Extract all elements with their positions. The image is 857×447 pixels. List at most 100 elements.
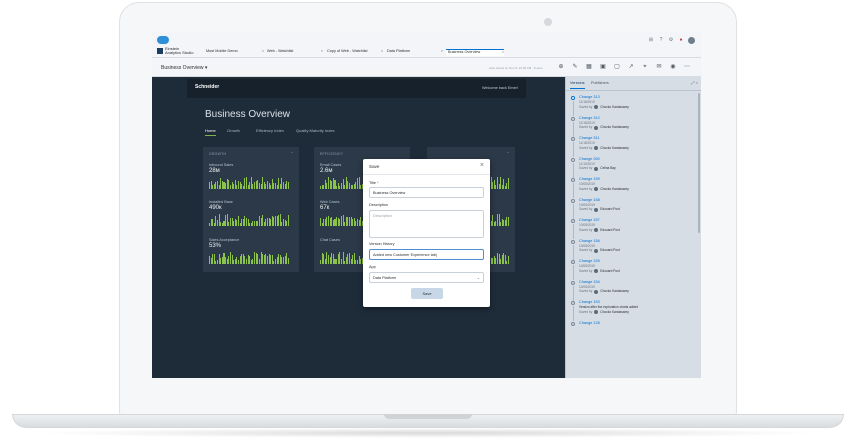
- dash-nav-efficiency[interactable]: Efficiency Index: [256, 128, 284, 133]
- version-item[interactable]: Change 128: [570, 321, 696, 342]
- metric-value: 28м: [209, 168, 220, 174]
- timeline-line: [573, 101, 574, 116]
- close-icon[interactable]: ×: [441, 49, 443, 53]
- avatar: [594, 269, 599, 273]
- close-icon[interactable]: ×: [480, 162, 484, 170]
- metric-label: Chat Cases: [320, 238, 340, 242]
- saved-by-user: Edouard Poot: [600, 268, 620, 273]
- saved-by: Saved by Chocko Kandasamy: [579, 310, 696, 315]
- avatar[interactable]: [688, 37, 695, 44]
- version-item[interactable]: Change 312 11/18/2019 Saved by Chocko Kanda…: [570, 116, 696, 137]
- version-history-input[interactable]: Added new Customer Experience tab|: [369, 249, 484, 260]
- tab-copy-web-watchlist[interactable]: Copy of Web - Watchlist ×: [327, 49, 383, 56]
- avatar: [594, 146, 599, 150]
- tab-web-watchlist[interactable]: Web - Watchlist ×: [267, 49, 323, 56]
- timeline-dot-icon: [571, 137, 575, 141]
- salesforce-logo-icon: [157, 36, 169, 44]
- dialog-header: Save ×: [363, 159, 490, 175]
- share-icon[interactable]: ⊕: [557, 63, 565, 71]
- saved-by-user: Chocko Kandasamy: [600, 186, 629, 191]
- app-name: Einstein Analytics Studio: [165, 47, 197, 55]
- panel-title: GROWTH: [209, 152, 227, 156]
- dash-nav-growth[interactable]: Growth: [227, 128, 240, 133]
- saved-by: Saved by Chocko Kandasamy: [579, 105, 696, 110]
- avatar: [594, 105, 599, 109]
- saved-by: Saved by Edouard Poot: [579, 207, 696, 212]
- close-icon[interactable]: ×: [321, 49, 323, 53]
- avatar: [594, 166, 599, 171]
- gear-icon[interactable]: ⚙: [668, 37, 674, 43]
- timeline-dot-icon: [571, 178, 575, 182]
- version-name-link[interactable]: Change 128: [579, 321, 696, 326]
- globe-icon[interactable]: ◉: [669, 63, 677, 71]
- dashboard-title-dropdown[interactable]: Business Overview ▾: [161, 65, 207, 71]
- saved-by-user: Chocko Kandasamy: [600, 125, 629, 129]
- saved-by-label: Saved by: [579, 268, 593, 273]
- metric-label: Inbound Sales: [209, 163, 234, 167]
- autosave-note: Auto saved on Nov 8, 10:38 AM · 8 secs: [489, 66, 543, 70]
- tag-icon[interactable]: ⌖: [641, 63, 649, 71]
- chevron-down-icon[interactable]: ⌃: [291, 151, 294, 156]
- app-select[interactable]: Data Platform ⌄: [369, 272, 484, 283]
- version-item[interactable]: Change 156 10/08/2019 Saved by Edouard Poot: [570, 239, 696, 260]
- version-item[interactable]: Change 158 10/08/2019 Saved by Edouard Poot: [570, 198, 696, 219]
- save-dialog: Save × Title * Business Overview Descrip…: [363, 159, 490, 307]
- version-item[interactable]: Change 313 11/18/2019 Saved by Chocko Kanda…: [570, 95, 696, 116]
- avatar: [594, 310, 599, 314]
- sparkline: [209, 252, 289, 264]
- tab-most-mobile-demo[interactable]: Most Mobile Demo ×: [206, 49, 264, 56]
- save-icon[interactable]: ▣: [599, 63, 607, 71]
- close-icon[interactable]: ×: [381, 49, 383, 53]
- tab-versions[interactable]: Versions: [570, 81, 585, 89]
- mail-icon[interactable]: ✉: [655, 63, 663, 71]
- metric-value: 2.6м: [320, 168, 333, 174]
- external-link-icon[interactable]: ↗: [627, 63, 635, 71]
- dash-nav-quality[interactable]: Quality Maturity Index: [296, 128, 335, 133]
- timeline-line: [573, 121, 574, 137]
- notification-icon[interactable]: ●: [678, 37, 684, 43]
- title-input[interactable]: Business Overview: [369, 187, 484, 198]
- more-icon[interactable]: ⋯: [683, 63, 691, 71]
- app-launcher-icon[interactable]: ⊞: [648, 37, 654, 43]
- version-item[interactable]: Change 153 Version after the exploration …: [570, 300, 696, 321]
- sparkline-bar: [508, 178, 510, 189]
- title-label-text: Title: [369, 181, 377, 185]
- version-item[interactable]: Change 157 10/08/2019 Saved by Edouard Poot: [570, 218, 696, 239]
- scrollbar[interactable]: [698, 93, 700, 233]
- version-item[interactable]: Change 159 10/08/2019 Saved by Chocko Kanda…: [570, 177, 696, 198]
- saved-by-user: Edouard Poot: [600, 207, 620, 211]
- version-item[interactable]: Change 311 11/18/2019 Saved by Chocko Kanda…: [570, 136, 696, 157]
- panel-controls-icon[interactable]: ⤢ ×: [691, 80, 698, 85]
- timeline-dot-icon: [571, 321, 575, 326]
- dash-nav-home[interactable]: Home: [205, 128, 216, 136]
- version-item[interactable]: Change 155 10/08/2019 Saved by Edouard Poot: [570, 259, 696, 280]
- version-item[interactable]: Change 154 10/08/2019 Saved by Chocko Kanda…: [570, 280, 696, 301]
- description-textarea[interactable]: Description: [369, 210, 484, 238]
- close-icon[interactable]: ×: [262, 49, 264, 53]
- edit-icon[interactable]: ✎: [571, 63, 579, 71]
- tab-bar: Einstein Analytics Studio Most Mobile De…: [152, 32, 701, 58]
- timeline-dot-icon: [571, 96, 575, 100]
- help-icon[interactable]: ?: [658, 37, 664, 43]
- timeline-line: [573, 183, 574, 198]
- saved-by-user: Chocko Kandasamy: [600, 104, 629, 109]
- avatar: [594, 125, 599, 130]
- save-button[interactable]: Save: [411, 288, 443, 299]
- close-icon[interactable]: ×: [502, 50, 504, 54]
- required-marker: *: [377, 181, 379, 185]
- analytics-app-icon[interactable]: [157, 48, 163, 54]
- pages-icon[interactable]: ▢: [613, 63, 621, 71]
- metric-label: Sales Acceptance: [209, 238, 240, 242]
- saved-by-label: Saved by: [579, 289, 593, 293]
- tab-publishers[interactable]: Publishers: [591, 81, 609, 85]
- grid-icon[interactable]: ▦: [585, 63, 593, 71]
- chevron-down-icon[interactable]: ⌃: [507, 151, 510, 156]
- avatar: [594, 248, 599, 253]
- tab-data-platform[interactable]: Data Platform ×: [387, 49, 443, 56]
- metric-label: Email Cases: [320, 163, 342, 167]
- timeline-line: [573, 162, 574, 178]
- chevron-down-icon: ⌄: [476, 275, 480, 280]
- tab-business-overview[interactable]: Business Overview ×: [446, 49, 504, 56]
- screen: Einstein Analytics Studio Most Mobile De…: [152, 32, 701, 378]
- version-item[interactable]: Change 260 11/10/2019 Saved by Celina Bay: [570, 157, 696, 178]
